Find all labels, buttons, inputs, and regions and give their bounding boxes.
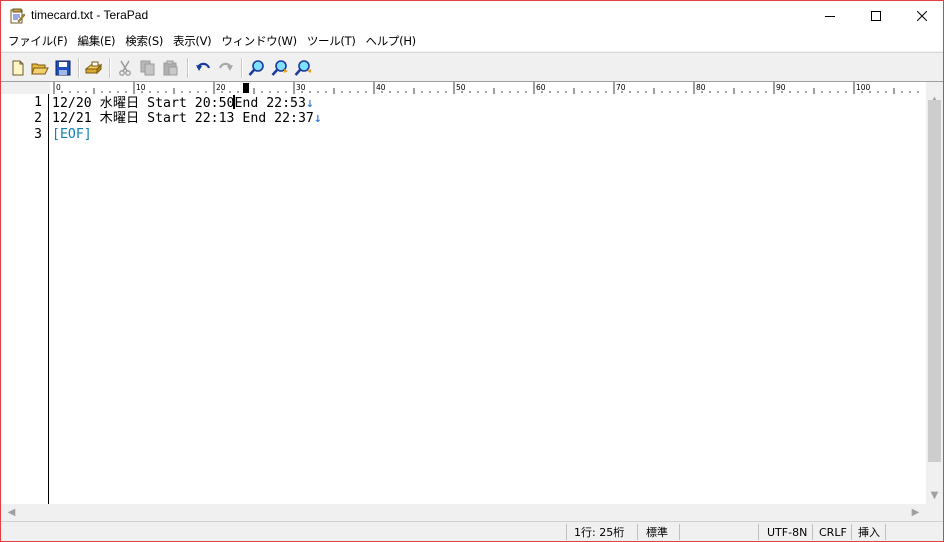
column-ruler: 0 10 20 30 40 50 60 70 80 90 100 — [50, 81, 926, 95]
save-button[interactable] — [53, 58, 73, 78]
open-folder-icon — [31, 63, 49, 75]
open-button[interactable] — [30, 58, 50, 78]
new-file-button[interactable] — [8, 58, 28, 78]
cut-icon — [119, 60, 131, 76]
ruler-label: 70 — [616, 83, 626, 92]
menu-tools[interactable]: ツール(T) — [303, 33, 360, 49]
new-file-icon — [12, 60, 24, 76]
vertical-scrollbar[interactable]: ▲ ▼ — [926, 94, 943, 504]
ruler-label: 10 — [136, 83, 146, 92]
close-icon — [917, 11, 927, 21]
maximize-button[interactable] — [853, 1, 899, 31]
undo-icon — [196, 62, 211, 71]
ruler-label: 40 — [376, 83, 386, 92]
toolbar-separator — [241, 58, 243, 78]
encoding-indicator[interactable]: UTF-8N — [767, 525, 807, 541]
toolbar — [1, 52, 943, 82]
toolbar-separator — [187, 58, 189, 78]
ruler-label: 50 — [456, 83, 466, 92]
line-text: 12/21 木曜日 Start 22:13 End 22:37 — [52, 111, 314, 126]
text-line[interactable]: 12/21 木曜日 Start 22:13 End 22:37↓ — [52, 111, 322, 127]
status-divider — [851, 524, 852, 540]
ruler-label: 90 — [776, 83, 786, 92]
line-number: 3 — [34, 127, 42, 142]
application-window: timecard.txt - TeraPad ファイル(F) 編集(E) 検索(… — [0, 0, 944, 542]
insert-mode-indicator: 挿入 — [858, 526, 880, 539]
toolbar-separator — [78, 58, 80, 78]
redo-button[interactable] — [216, 58, 236, 78]
ruler-label: 80 — [696, 83, 706, 92]
text-editor[interactable]: 12/20 水曜日 Start 20:50End 22:53↓ 12/21 木曜… — [49, 94, 926, 504]
eol-marker: ↓ — [305, 96, 314, 111]
menu-help[interactable]: ヘルプ(H) — [362, 33, 420, 49]
cut-button[interactable] — [115, 58, 135, 78]
window-title: timecard.txt - TeraPad — [31, 8, 149, 22]
status-divider — [679, 524, 680, 540]
status-divider — [885, 524, 886, 540]
print-icon — [85, 61, 103, 75]
line-number: 1 — [34, 95, 42, 110]
vertical-scroll-thumb[interactable] — [928, 100, 941, 462]
status-bar: 1行: 25桁 標準 UTF-8N CRLF 挿入 — [1, 521, 943, 541]
toolbar-separator — [109, 58, 111, 78]
paste-icon — [163, 60, 178, 76]
eol-marker: ↓ — [313, 111, 322, 126]
eof-marker: [EOF] — [52, 127, 92, 142]
undo-button[interactable] — [193, 58, 213, 78]
ruler-label: 100 — [856, 83, 871, 92]
menu-file[interactable]: ファイル(F) — [4, 33, 72, 49]
copy-icon — [140, 60, 155, 76]
horizontal-scrollbar[interactable]: ◀ ▶ — [1, 504, 926, 521]
find-next-button[interactable] — [270, 58, 290, 78]
ruler-label: 30 — [296, 83, 306, 92]
close-button[interactable] — [899, 1, 943, 31]
find-prev-icon — [294, 60, 311, 76]
ruler-label: 0 — [56, 83, 61, 92]
ruler-label: 20 — [216, 83, 226, 92]
scroll-left-arrow[interactable]: ◀ — [3, 504, 20, 521]
terapad-app-icon[interactable] — [9, 8, 26, 24]
ruler-gutter — [1, 81, 50, 95]
scroll-down-arrow[interactable]: ▼ — [926, 487, 943, 504]
redo-icon — [218, 62, 233, 71]
status-divider — [637, 524, 638, 540]
edit-mode: 標準 — [646, 526, 668, 539]
copy-button[interactable] — [138, 58, 158, 78]
scroll-right-arrow[interactable]: ▶ — [907, 504, 924, 521]
ruler-scale: 0 10 20 30 40 50 60 70 80 90 100 — [53, 82, 919, 94]
title-bar[interactable]: timecard.txt - TeraPad — [1, 1, 943, 31]
menu-window[interactable]: ウィンドウ(W) — [217, 33, 300, 49]
line-number: 2 — [34, 111, 42, 126]
line-number-gutter: 1 2 3 — [1, 94, 49, 504]
text-line[interactable]: 12/20 水曜日 Start 20:50End 22:53↓ — [52, 95, 314, 112]
print-button[interactable] — [84, 58, 104, 78]
line-text: End 22:53 — [234, 96, 306, 111]
save-icon — [55, 60, 71, 76]
status-divider — [812, 524, 813, 540]
scrollbar-corner — [926, 504, 943, 521]
find-icon — [248, 60, 264, 76]
line-text: 12/20 水曜日 Start 20:50 — [52, 96, 235, 111]
paste-button[interactable] — [161, 58, 181, 78]
find-next-icon — [271, 60, 288, 76]
cursor-position: 1行: 25桁 — [574, 526, 625, 539]
find-button[interactable] — [247, 58, 267, 78]
status-divider — [758, 524, 759, 540]
minimize-button[interactable] — [807, 1, 853, 31]
ruler-caret-marker — [243, 83, 249, 93]
menu-view[interactable]: 表示(V) — [169, 33, 215, 49]
menu-search[interactable]: 検索(S) — [121, 33, 167, 49]
ruler-label: 60 — [536, 83, 546, 92]
status-divider — [566, 524, 567, 540]
menu-edit[interactable]: 編集(E) — [74, 33, 120, 49]
maximize-icon — [871, 11, 881, 21]
line-ending-indicator[interactable]: CRLF — [819, 525, 847, 541]
menu-bar: ファイル(F) 編集(E) 検索(S) 表示(V) ウィンドウ(W) ツール(T… — [1, 31, 943, 51]
minimize-icon — [825, 16, 835, 17]
find-prev-button[interactable] — [293, 58, 313, 78]
